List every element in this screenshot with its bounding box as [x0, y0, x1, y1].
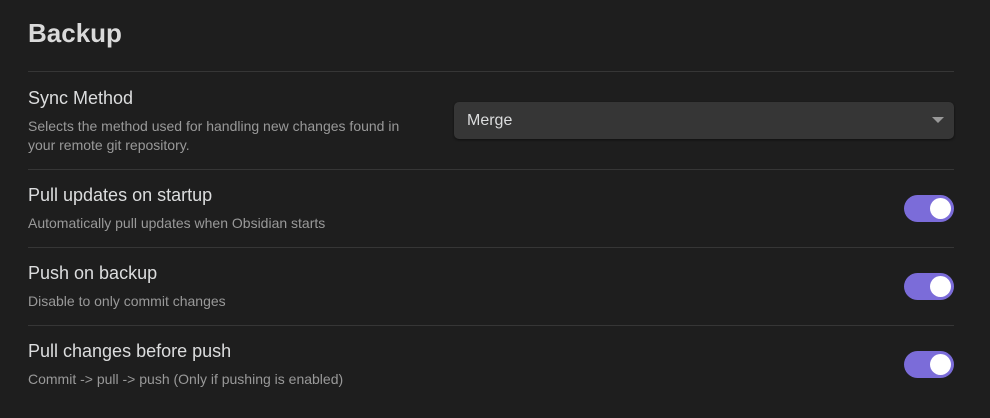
setting-description: Selects the method used for handling new… — [28, 117, 438, 155]
toggle-knob — [930, 354, 951, 375]
chevron-down-icon — [932, 117, 944, 123]
setting-sync-method: Sync Method Selects the method used for … — [28, 88, 954, 168]
divider — [28, 71, 954, 72]
toggle-knob — [930, 276, 951, 297]
setting-description: Automatically pull updates when Obsidian… — [28, 215, 326, 231]
pull-on-startup-toggle[interactable] — [904, 195, 954, 222]
divider — [28, 247, 954, 248]
setting-push-on-backup: Push on backup Disable to only commit ch… — [28, 263, 954, 325]
dropdown-selected-value: Merge — [467, 112, 513, 129]
toggle-knob — [930, 198, 951, 219]
setting-description-line: your remote git repository. — [28, 137, 190, 153]
setting-description-line: Selects the method used for handling new… — [28, 118, 400, 134]
setting-pull-on-startup: Pull updates on startup Automatically pu… — [28, 185, 954, 247]
setting-name: Push on backup — [28, 263, 158, 283]
setting-name: Pull updates on startup — [28, 185, 213, 205]
setting-description: Commit -> pull -> push (Only if pushing … — [28, 371, 344, 387]
settings-panel: Backup Sync Method Selects the method us… — [28, 0, 954, 418]
setting-description: Disable to only commit changes — [28, 293, 226, 309]
push-on-backup-toggle[interactable] — [904, 273, 954, 300]
setting-name: Sync Method — [28, 88, 134, 108]
setting-pull-before-push: Pull changes before push Commit -> pull … — [28, 341, 954, 403]
section-heading: Backup — [28, 18, 122, 48]
setting-name: Pull changes before push — [28, 341, 232, 361]
sync-method-dropdown[interactable]: Merge — [454, 102, 954, 139]
divider — [28, 325, 954, 326]
divider — [28, 169, 954, 170]
pull-before-push-toggle[interactable] — [904, 351, 954, 378]
